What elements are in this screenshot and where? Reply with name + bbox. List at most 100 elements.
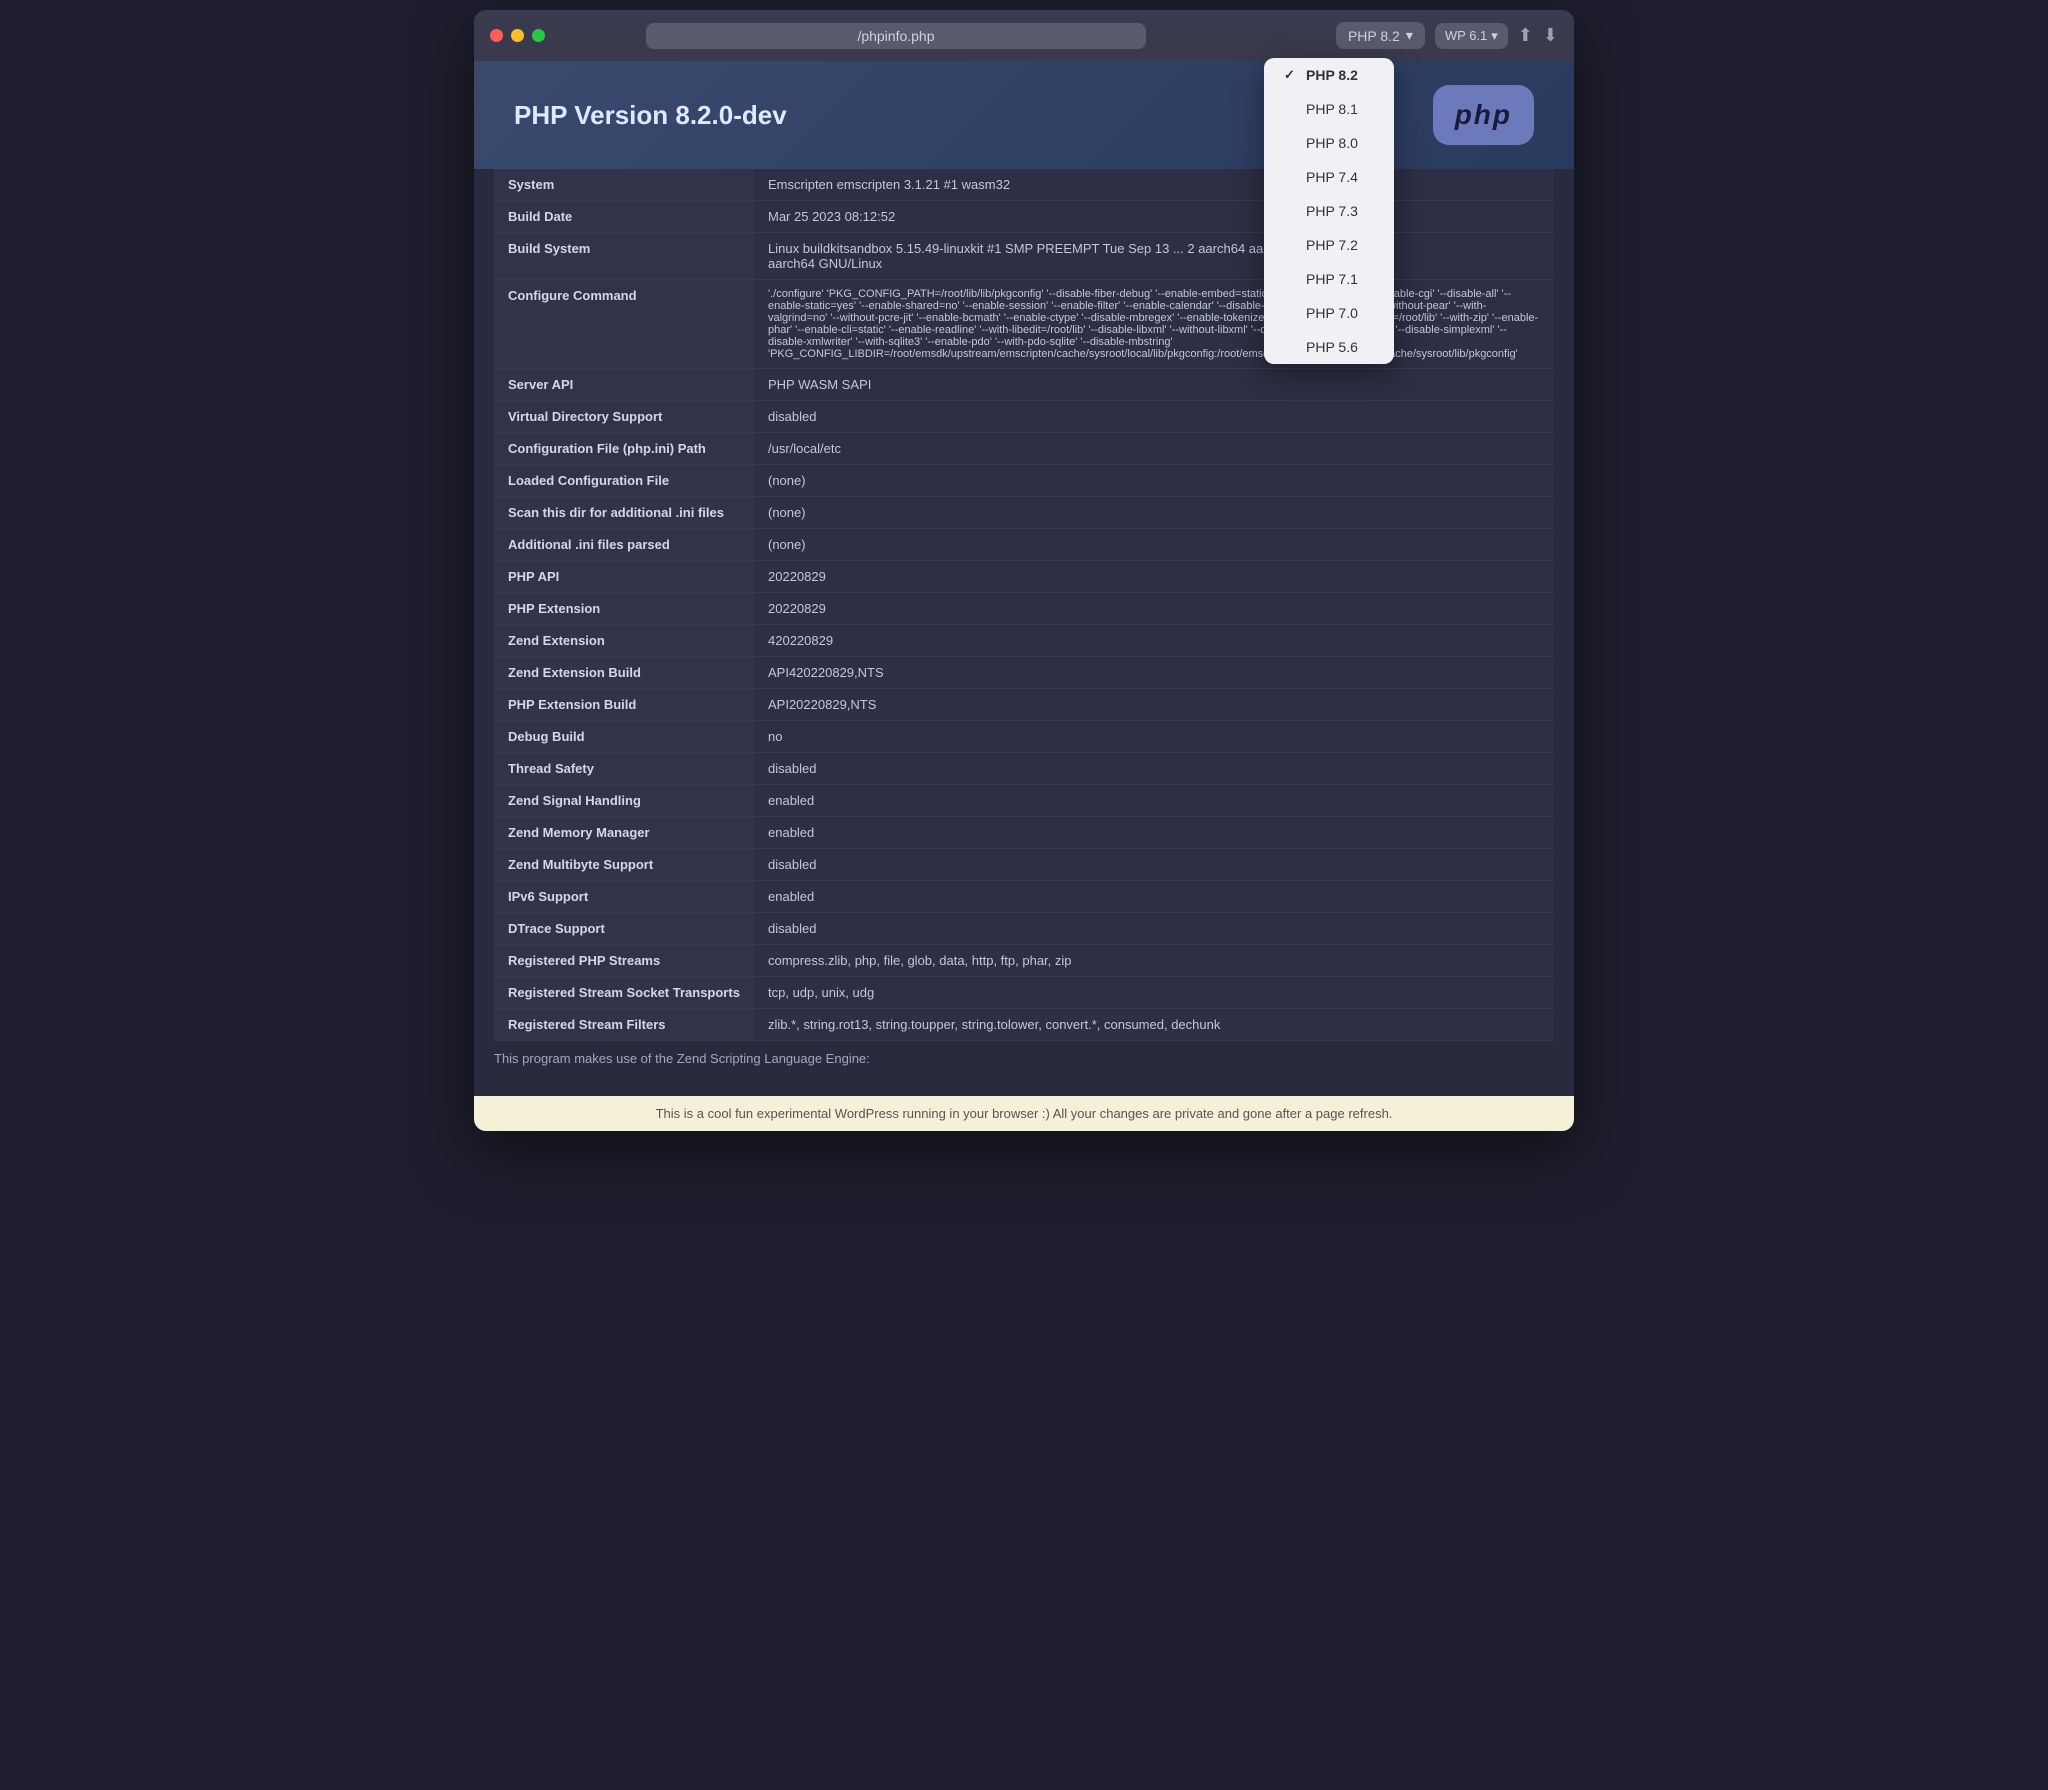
php-version-title: PHP Version 8.2.0-dev [514, 100, 787, 131]
table-cell-key: System [494, 169, 754, 201]
titlebar: /phpinfo.php PHP 8.2 ▾ WP 6.1 ▾ ⬆ ⬇ [474, 10, 1574, 61]
table-cell-key: Zend Signal Handling [494, 785, 754, 817]
dropdown-label: PHP 8.0 [1306, 135, 1358, 151]
table-row: PHP Extension20220829 [494, 593, 1554, 625]
php-logo: php [1433, 85, 1534, 145]
table-cell-key: Debug Build [494, 721, 754, 753]
php-version-label: PHP 8.2 [1348, 28, 1400, 44]
dropdown-item-php74[interactable]: PHP 7.4 [1264, 160, 1394, 194]
table-row: Registered Stream Socket Transportstcp, … [494, 977, 1554, 1009]
dropdown-label: PHP 8.1 [1306, 101, 1358, 117]
dropdown-item-php81[interactable]: PHP 8.1 [1264, 92, 1394, 126]
table-row: Thread Safetydisabled [494, 753, 1554, 785]
table-cell-value: /usr/local/etc [754, 433, 1554, 465]
minimize-button[interactable] [511, 29, 524, 42]
dropdown-item-php82[interactable]: ✓ PHP 8.2 [1264, 58, 1394, 92]
table-cell-value: Mar 25 2023 08:12:52 [754, 201, 1554, 233]
table-cell-key: PHP Extension [494, 593, 754, 625]
table-cell-value: zlib.*, string.rot13, string.toupper, st… [754, 1009, 1554, 1041]
table-cell-key: Additional .ini files parsed [494, 529, 754, 561]
table-cell-value: compress.zlib, php, file, glob, data, ht… [754, 945, 1554, 977]
table-row: PHP Extension BuildAPI20220829,NTS [494, 689, 1554, 721]
table-row: Build SystemLinux buildkitsandbox 5.15.4… [494, 233, 1554, 280]
table-wrapper: SystemEmscripten emscripten 3.1.21 #1 wa… [474, 169, 1574, 1096]
wp-version-label: WP 6.1 [1445, 28, 1487, 43]
check-icon: ✓ [1284, 67, 1298, 83]
dropdown-item-php71[interactable]: PHP 7.1 [1264, 262, 1394, 296]
table-cell-value: enabled [754, 785, 1554, 817]
wp-version-dropdown[interactable]: WP 6.1 ▾ [1435, 23, 1508, 49]
table-row: Debug Buildno [494, 721, 1554, 753]
php-version-dropdown[interactable]: PHP 8.2 ▾ [1336, 22, 1425, 49]
php-version-menu: ✓ PHP 8.2 PHP 8.1 PHP 8.0 PHP 7.4 PHP 7.… [1264, 58, 1394, 364]
table-cell-key: IPv6 Support [494, 881, 754, 913]
table-cell-key: Zend Multibyte Support [494, 849, 754, 881]
table-cell-value: enabled [754, 817, 1554, 849]
main-window: /phpinfo.php PHP 8.2 ▾ WP 6.1 ▾ ⬆ ⬇ ✓ PH… [474, 10, 1574, 1131]
dropdown-item-php80[interactable]: PHP 8.0 [1264, 126, 1394, 160]
maximize-button[interactable] [532, 29, 545, 42]
dropdown-item-php56[interactable]: PHP 5.6 [1264, 330, 1394, 364]
table-cell-key: Registered Stream Filters [494, 1009, 754, 1041]
table-cell-value: (none) [754, 465, 1554, 497]
table-row: DTrace Supportdisabled [494, 913, 1554, 945]
table-row: Registered PHP Streamscompress.zlib, php… [494, 945, 1554, 977]
table-cell-value: enabled [754, 881, 1554, 913]
table-cell-key: Zend Extension [494, 625, 754, 657]
table-cell-value: disabled [754, 849, 1554, 881]
dropdown-label: PHP 7.0 [1306, 305, 1358, 321]
table-row: Loaded Configuration File(none) [494, 465, 1554, 497]
table-row: IPv6 Supportenabled [494, 881, 1554, 913]
table-cell-value: PHP WASM SAPI [754, 369, 1554, 401]
download-button[interactable]: ⬇ [1543, 25, 1558, 46]
table-cell-value: 20220829 [754, 593, 1554, 625]
zend-footer-text: This program makes use of the Zend Scrip… [494, 1051, 870, 1066]
table-cell-key: Configuration File (php.ini) Path [494, 433, 754, 465]
table-cell-value: (none) [754, 497, 1554, 529]
chevron-down-icon: ▾ [1491, 28, 1498, 44]
table-cell-value: disabled [754, 913, 1554, 945]
table-cell-key: Configure Command [494, 280, 754, 369]
table-cell-value: 20220829 [754, 561, 1554, 593]
table-cell-value: API420220829,NTS [754, 657, 1554, 689]
dropdown-item-php73[interactable]: PHP 7.3 [1264, 194, 1394, 228]
dropdown-label: PHP 7.3 [1306, 203, 1358, 219]
table-row: Virtual Directory Supportdisabled [494, 401, 1554, 433]
share-button[interactable]: ⬆ [1518, 25, 1533, 46]
table-row: Build DateMar 25 2023 08:12:52 [494, 201, 1554, 233]
table-cell-value: tcp, udp, unix, udg [754, 977, 1554, 1009]
table-row: Server APIPHP WASM SAPI [494, 369, 1554, 401]
table-cell-key: Registered Stream Socket Transports [494, 977, 754, 1009]
table-cell-key: Zend Memory Manager [494, 817, 754, 849]
table-row: Zend Extension420220829 [494, 625, 1554, 657]
info-table: SystemEmscripten emscripten 3.1.21 #1 wa… [494, 169, 1554, 1041]
table-cell-key: Server API [494, 369, 754, 401]
table-row: PHP API20220829 [494, 561, 1554, 593]
chevron-down-icon: ▾ [1406, 27, 1413, 44]
content-area: PHP Version 8.2.0-dev php SystemEmscript… [474, 61, 1574, 1096]
table-cell-value: './configure' 'PKG_CONFIG_PATH=/root/lib… [754, 280, 1554, 369]
table-row: Zend Memory Managerenabled [494, 817, 1554, 849]
address-bar[interactable]: /phpinfo.php [646, 23, 1146, 49]
dropdown-label: PHP 7.1 [1306, 271, 1358, 287]
table-cell-value: (none) [754, 529, 1554, 561]
table-cell-key: DTrace Support [494, 913, 754, 945]
table-cell-value: disabled [754, 753, 1554, 785]
table-cell-key: Virtual Directory Support [494, 401, 754, 433]
table-cell-key: Thread Safety [494, 753, 754, 785]
table-cell-key: Loaded Configuration File [494, 465, 754, 497]
table-cell-value: Linux buildkitsandbox 5.15.49-linuxkit #… [754, 233, 1554, 280]
table-row: Zend Multibyte Supportdisabled [494, 849, 1554, 881]
footer-text: This is a cool fun experimental WordPres… [656, 1106, 1393, 1121]
table-row: Scan this dir for additional .ini files(… [494, 497, 1554, 529]
table-row: Configure Command'./configure' 'PKG_CONF… [494, 280, 1554, 369]
dropdown-item-php72[interactable]: PHP 7.2 [1264, 228, 1394, 262]
table-cell-value: no [754, 721, 1554, 753]
table-cell-value: Emscripten emscripten 3.1.21 #1 wasm32 [754, 169, 1554, 201]
table-cell-key: PHP API [494, 561, 754, 593]
php-logo-text: php [1455, 99, 1512, 130]
table-row: Zend Extension BuildAPI420220829,NTS [494, 657, 1554, 689]
table-cell-key: Zend Extension Build [494, 657, 754, 689]
dropdown-item-php70[interactable]: PHP 7.0 [1264, 296, 1394, 330]
close-button[interactable] [490, 29, 503, 42]
